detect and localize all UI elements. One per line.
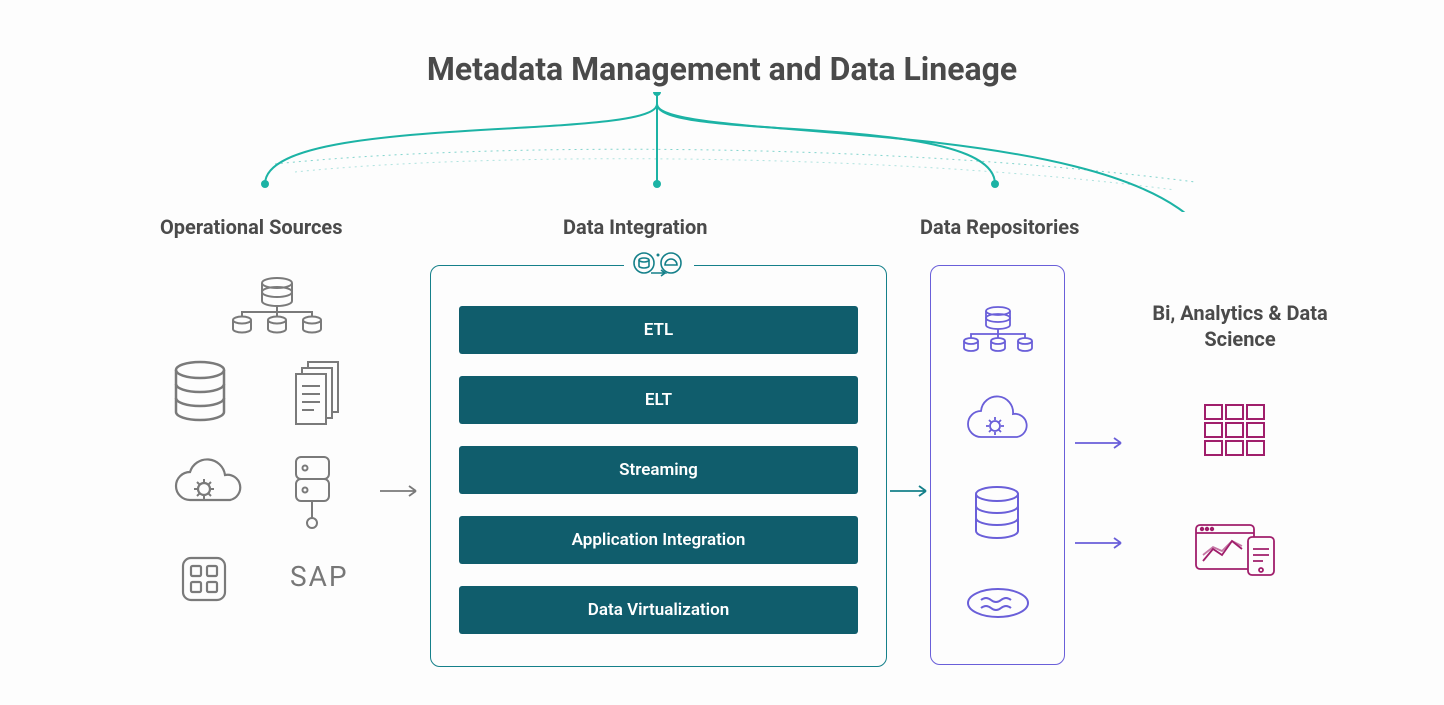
database-icon: [170, 360, 230, 425]
data-integration-panel: ETL ELT Streaming Application Integratio…: [430, 265, 887, 667]
repo-cloud-gear-icon: [963, 395, 1033, 449]
arrow-dr-to-grid: [1075, 435, 1120, 437]
integration-header-icon: [624, 248, 694, 284]
app-grid-icon: [180, 555, 228, 603]
dashboard-chart-icon: [1193, 519, 1278, 583]
integration-step-streaming: Streaming: [459, 446, 858, 494]
server-node-icon: [290, 455, 335, 535]
repo-db-network-icon: [959, 304, 1037, 358]
cloud-gear-icon: [170, 455, 245, 510]
bracket-connector: [135, 92, 1315, 212]
repo-data-lake-icon: [963, 584, 1033, 626]
arrow-op-to-di: [380, 483, 425, 485]
label-data-integration: Data Integration: [563, 215, 707, 239]
repo-database-icon: [970, 485, 1025, 547]
arrow-di-to-dr: [890, 483, 935, 485]
operational-sources-group: SAP: [170, 265, 380, 635]
grid-cubes-icon: [1200, 400, 1270, 464]
integration-step-etl: ETL: [459, 306, 858, 354]
label-operational-sources: Operational Sources: [160, 215, 343, 239]
diagram-canvas: Metadata Management and Data Lineage Ope…: [0, 0, 1444, 705]
integration-step-elt: ELT: [459, 376, 858, 424]
sap-text-icon: SAP: [290, 560, 349, 593]
integration-step-data-virtualization: Data Virtualization: [459, 586, 858, 634]
label-bi-analytics: Bi, Analytics & Data Science: [1150, 300, 1330, 352]
integration-step-app-integration: Application Integration: [459, 516, 858, 564]
bi-analytics-group: [1175, 400, 1295, 583]
data-repositories-panel: [930, 265, 1065, 665]
diagram-title: Metadata Management and Data Lineage: [0, 50, 1444, 88]
label-data-repositories: Data Repositories: [920, 215, 1079, 239]
db-network-icon: [230, 275, 325, 335]
documents-icon: [290, 360, 350, 430]
arrow-dr-to-dashboard: [1075, 535, 1120, 537]
